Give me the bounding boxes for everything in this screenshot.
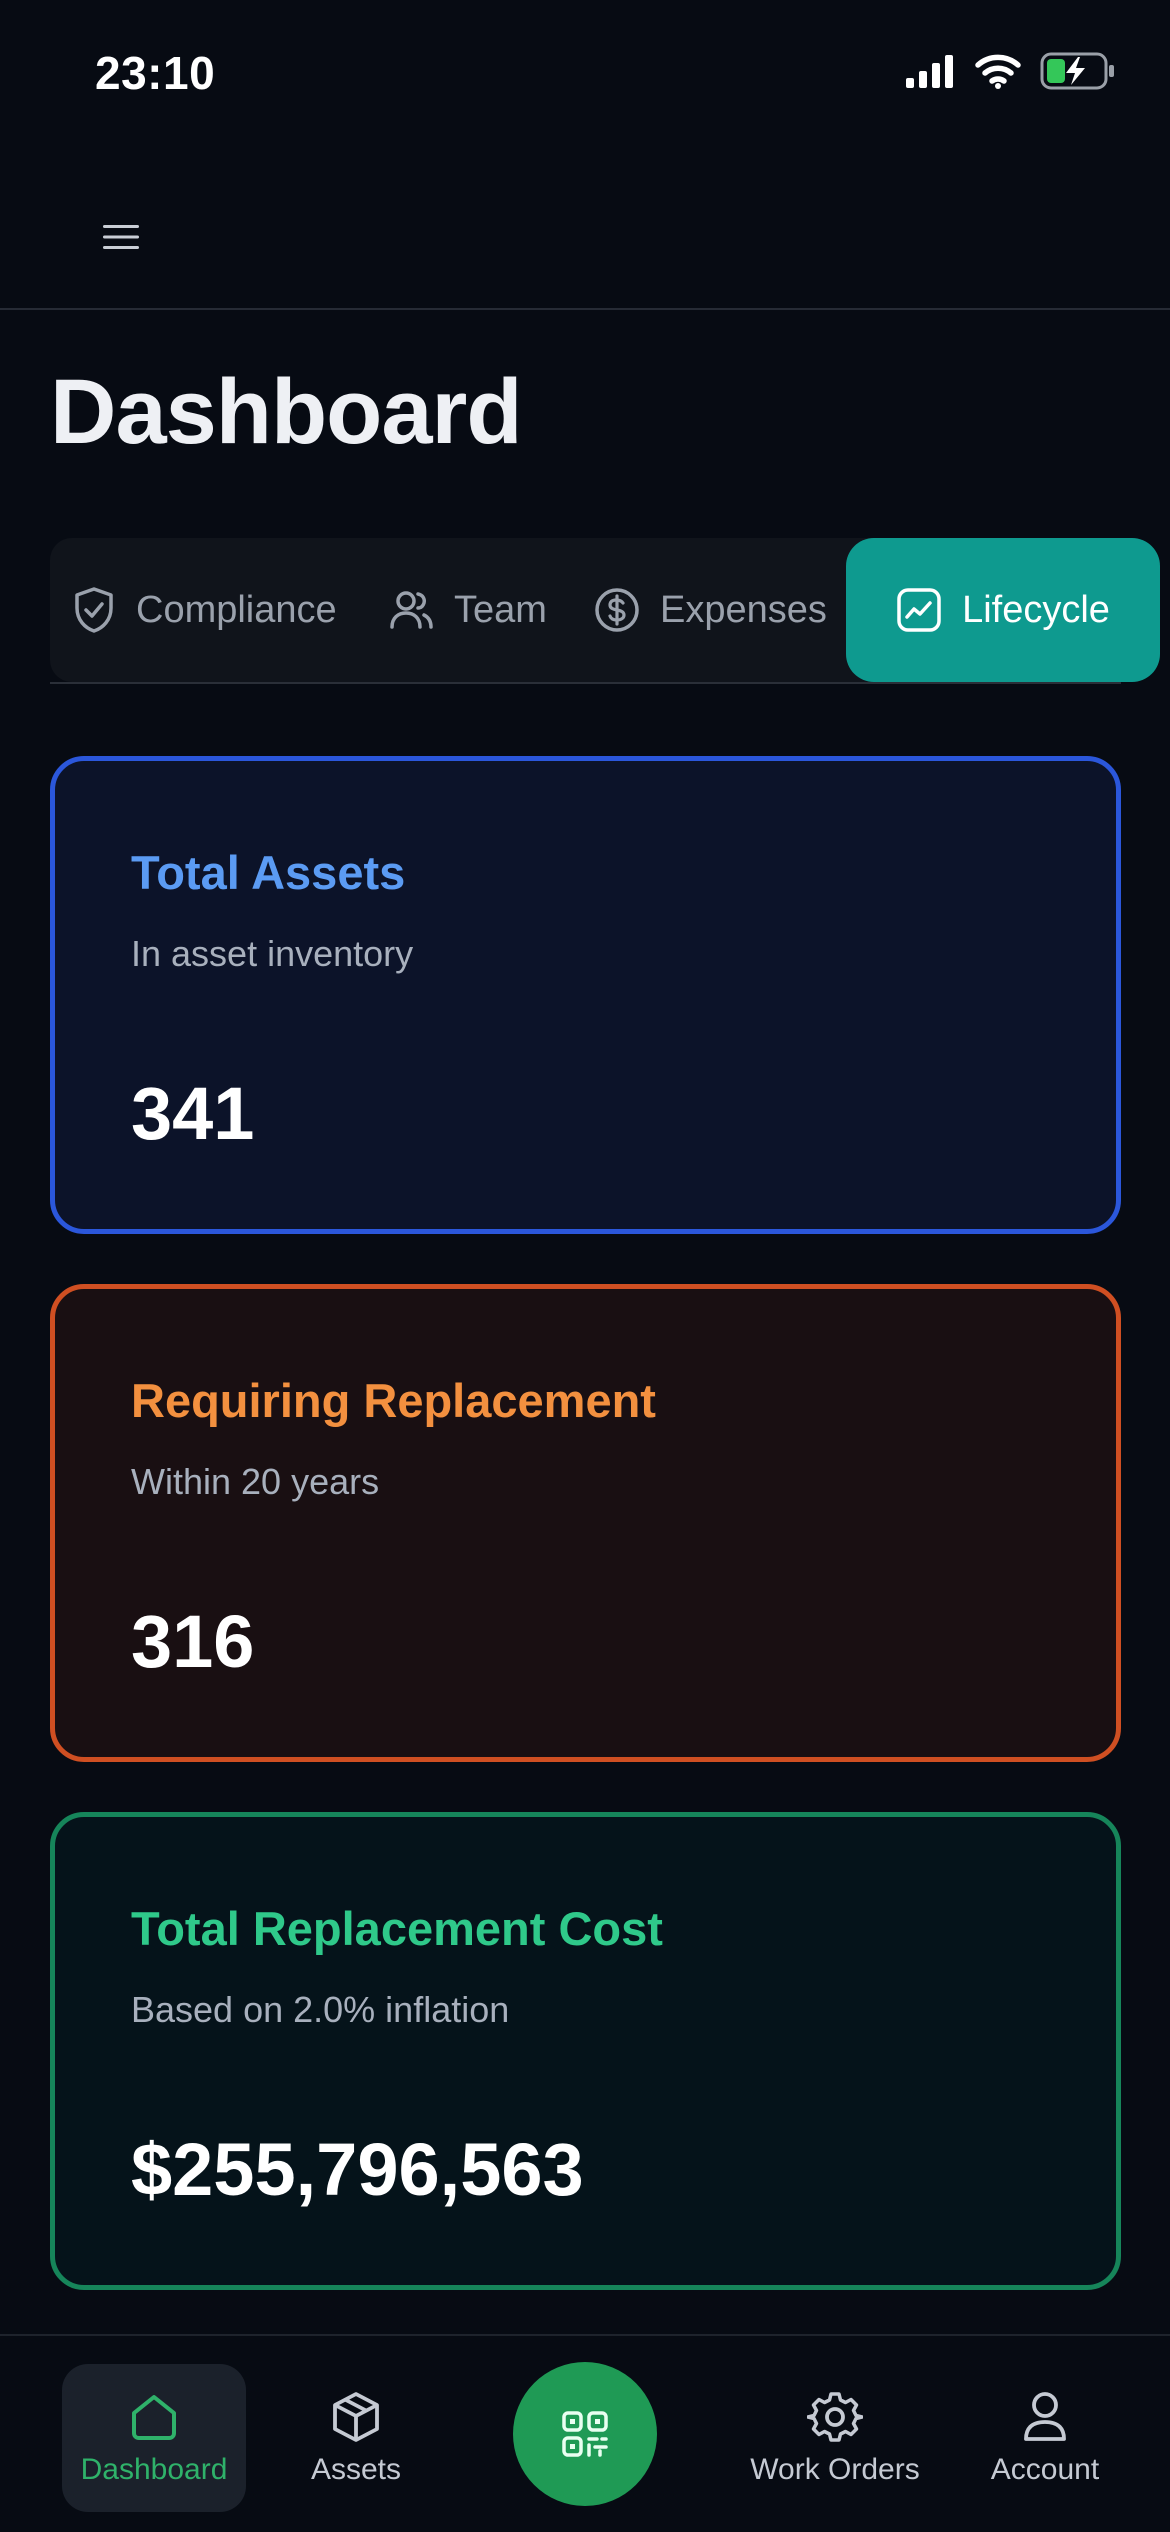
card-title: Requiring Replacement [131,1374,656,1427]
app-screen: 23:10 Dashboard Compliance Team Expenses… [0,0,1170,2532]
status-time: 23:10 [95,47,216,99]
nav-dashboard[interactable]: Dashboard [62,2364,246,2512]
nav-work-orders-label: Work Orders [750,2453,920,2486]
wifi-icon [975,54,1021,89]
tab-lifecycle-label: Lifecycle [962,588,1110,631]
tab-expenses[interactable]: Expenses [594,538,827,682]
nav-dashboard-label: Dashboard [80,2453,228,2486]
cellular-signal-icon [906,55,953,88]
qr-code-icon [562,2411,608,2457]
shield-check-icon [75,587,113,633]
tab-compliance-label: Compliance [136,588,337,631]
nav-assets[interactable]: Assets [276,2364,436,2512]
nav-account[interactable]: Account [970,2364,1120,2512]
bottom-nav: Dashboard Assets Work Orders Account [0,2334,1170,2532]
total-replacement-cost-card[interactable]: Total Replacement Cost Based on 2.0% inf… [50,1812,1121,2290]
status-bar: 23:10 [0,0,1170,150]
status-icons [904,52,1116,90]
tab-divider [50,682,1121,684]
tab-compliance[interactable]: Compliance [72,538,337,682]
trend-chart-icon [897,588,941,632]
card-title: Total Replacement Cost [131,1902,663,1955]
user-icon [1024,2392,1066,2441]
hamburger-menu-icon [103,225,139,249]
card-title: Total Assets [131,846,406,899]
nav-assets-label: Assets [310,2453,402,2486]
card-subtitle: Based on 2.0% inflation [131,1989,510,2030]
top-header [0,150,1170,310]
gear-icon [807,2392,863,2442]
card-subtitle: In asset inventory [131,933,414,974]
card-value: 341 [131,1072,255,1155]
page-title: Dashboard [50,361,523,463]
tab-team-label: Team [454,588,547,631]
home-icon [132,2395,176,2440]
nav-work-orders[interactable]: Work Orders [730,2364,940,2512]
total-assets-card[interactable]: Total Assets In asset inventory 341 [50,756,1121,1234]
scan-qr-button[interactable] [513,2362,657,2506]
card-value: 316 [131,1600,255,1683]
tab-expenses-label: Expenses [660,588,827,631]
tab-bar: Compliance Team Expenses Lifecycle [50,538,1160,682]
tab-lifecycle[interactable]: Lifecycle [846,538,1160,682]
card-value: $255,796,563 [131,2128,584,2211]
tab-team[interactable]: Team [388,538,547,682]
dollar-circle-icon [595,588,639,632]
battery-charging-icon [1040,52,1114,90]
box-icon [333,2392,379,2442]
menu-button[interactable] [86,202,156,272]
nav-account-label: Account [990,2453,1100,2486]
requiring-replacement-card[interactable]: Requiring Replacement Within 20 years 31… [50,1284,1121,1762]
card-subtitle: Within 20 years [131,1461,380,1502]
users-icon [390,591,433,629]
